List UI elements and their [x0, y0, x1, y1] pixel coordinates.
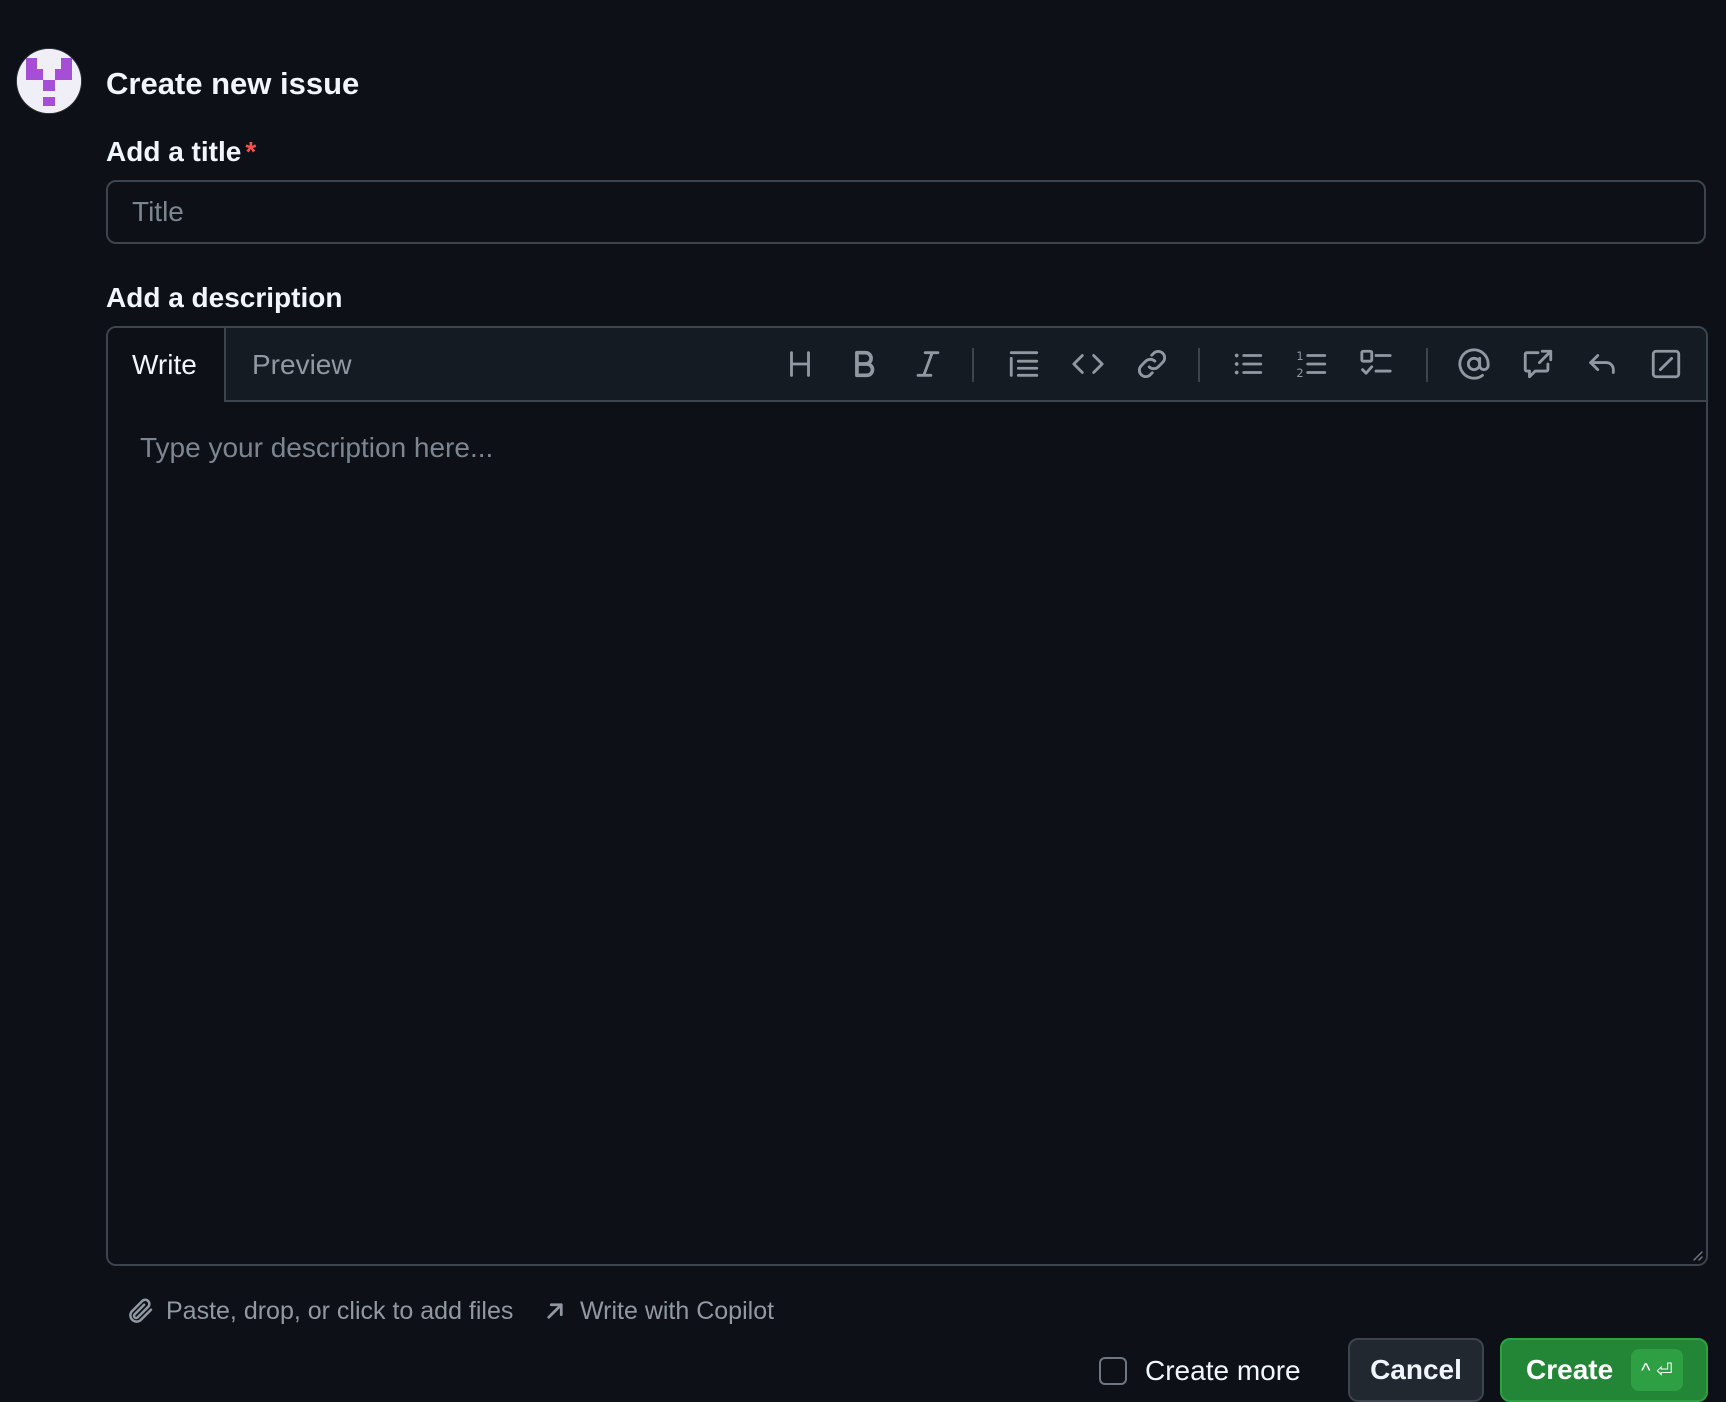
page-title: Create new issue [106, 66, 360, 101]
bold-button[interactable] [844, 344, 884, 384]
slash-icon [1651, 349, 1681, 379]
resize-handle-icon[interactable] [1688, 1246, 1704, 1262]
title-label-text: Add a title [106, 136, 242, 167]
task-list-icon [1360, 349, 1392, 375]
title-input[interactable] [106, 180, 1706, 244]
quote-button[interactable] [1004, 344, 1044, 384]
create-more-option[interactable]: Create more [1099, 1355, 1301, 1387]
unordered-list-icon [1234, 353, 1263, 375]
ordered-list-button[interactable]: 1 2 [1292, 344, 1332, 384]
paperclip-icon [129, 1298, 153, 1323]
create-more-checkbox[interactable] [1099, 1357, 1127, 1385]
keyboard-shortcut-badge: ^ ⏎ [1631, 1349, 1683, 1391]
description-label: Add a description [106, 282, 343, 313]
svg-text:2: 2 [1296, 366, 1303, 380]
description-editor: Write Preview 1 2 Type your description … [106, 326, 1708, 1266]
attach-files-label: Paste, drop, or click to add files [166, 1296, 514, 1325]
description-textarea[interactable] [108, 402, 1706, 1264]
cross-reference-icon [1523, 349, 1553, 379]
mention-button[interactable] [1454, 344, 1494, 384]
create-button[interactable]: Create ^ ⏎ [1500, 1338, 1708, 1402]
identicon-icon [17, 49, 81, 113]
cancel-button[interactable]: Cancel [1348, 1338, 1484, 1402]
link-button[interactable] [1132, 344, 1172, 384]
avatar[interactable] [17, 49, 81, 113]
create-more-label: Create more [1145, 1355, 1301, 1386]
task-list-button[interactable] [1356, 344, 1396, 384]
attach-files-button[interactable]: Paste, drop, or click to add files [126, 1296, 513, 1326]
link-icon [1138, 350, 1166, 378]
write-with-copilot-label: Write with Copilot [580, 1296, 775, 1325]
code-icon [1072, 354, 1104, 374]
italic-icon [916, 351, 940, 377]
saved-replies-button[interactable] [1582, 344, 1622, 384]
toolbar-divider [1426, 348, 1428, 382]
bold-icon [855, 350, 875, 378]
tab-preview[interactable]: Preview [252, 328, 352, 402]
create-button-label: Create [1526, 1354, 1614, 1385]
mention-icon [1458, 348, 1490, 380]
toolbar-divider [972, 348, 974, 382]
svg-text:1: 1 [1296, 349, 1303, 363]
tab-write[interactable]: Write [108, 328, 226, 402]
heading-icon [790, 351, 810, 377]
arrow-up-right-icon [547, 1303, 563, 1319]
quote-icon [1009, 351, 1039, 377]
write-with-copilot-button[interactable]: Write with Copilot [540, 1296, 774, 1326]
reply-icon [1589, 354, 1615, 374]
code-button[interactable] [1068, 344, 1108, 384]
editor-toolbar: Write Preview 1 2 [108, 328, 1706, 402]
italic-button[interactable] [908, 344, 948, 384]
heading-button[interactable] [780, 344, 820, 384]
unordered-list-button[interactable] [1228, 344, 1268, 384]
slash-commands-button[interactable] [1646, 344, 1686, 384]
title-label: Add a title * [106, 134, 256, 170]
required-marker: * [245, 136, 257, 167]
toolbar-divider [1198, 348, 1200, 382]
ordered-list-icon: 1 2 [1296, 349, 1327, 380]
cross-reference-button[interactable] [1518, 344, 1558, 384]
